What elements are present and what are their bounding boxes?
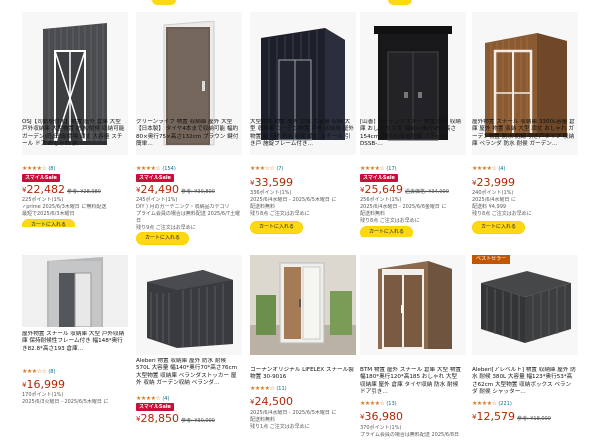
product-image[interactable]	[136, 255, 242, 355]
price: ¥23,999	[472, 176, 515, 189]
add-to-cart-button[interactable]: カートに入れる	[250, 221, 304, 234]
points: 225ポイント(1%)	[22, 197, 64, 203]
add-to-cart-button[interactable]: カートに入れる	[136, 232, 190, 245]
price: ¥22,482 参考: ¥28,980	[22, 183, 101, 196]
delivery-info: ✓prime 2025/6/3木曜日 に無料配送 最短で2025/6/3木曜日	[22, 204, 107, 217]
product-card[interactable]: OSJ【司動梱付木】物置 屋外 倉庫 大型 戸外収納庫 大型物置 防水/耐侯 収…	[22, 12, 128, 227]
delivery-info: 2025/6/3火曜日 - 2025/6/5木曜日 に	[22, 399, 109, 405]
points: 245ポイント(1%)	[136, 197, 178, 203]
product-card[interactable]: BTM 物置 屋外 スチール 倉庫 大型 物置 幅180*奥行120*高185 …	[360, 255, 466, 445]
delivery-info: 2025/6/4水曜日 - 2025/6/6金曜日 に 配送料無料 残り8点 ご…	[360, 204, 447, 224]
product-title[interactable]: 大型物置 物置 屋外 倉庫 大容量 収納 大型 収納庫 ガーデン物置 戸外 収納…	[250, 119, 354, 163]
rating-stars[interactable]: ★★★★☆ (221)	[472, 400, 512, 408]
product-title[interactable]: コーナンオリジナル LIFELEX スチール製物置 30-9016	[250, 367, 354, 383]
rating-stars[interactable]: ★★★★☆ (17)	[360, 165, 397, 173]
product-image[interactable]	[250, 255, 356, 355]
product-image[interactable]	[472, 255, 578, 355]
price: ¥16,999	[22, 378, 65, 391]
product-card[interactable]: [山善] ガーデンマスター 物置 屋外 収納庫 おしゃれ 大型 幅90×奥行45…	[360, 12, 466, 237]
price: ¥36,980	[360, 410, 403, 423]
product-grid: OSJ【司動梱付木】物置 屋外 倉庫 大型 戸外収納庫 大型物置 防水/耐侯 収…	[0, 0, 600, 445]
price: ¥24,500	[250, 395, 293, 408]
delivery-info: 2025/6/4水曜日 - 2025/6/5木曜日 に 配送料無料 残り1点 ご…	[250, 410, 337, 430]
points: 240ポイント(1%)	[472, 190, 514, 196]
product-image[interactable]	[22, 255, 128, 327]
price: ¥12,579 参考: ¥18,000	[472, 410, 551, 423]
add-to-cart-button[interactable]: カートに入れる	[472, 221, 526, 234]
product-title[interactable]: OSJ【司動梱付木】物置 屋外 倉庫 大型 戸外収納庫 大型物置 防水/耐侯 収…	[22, 119, 126, 163]
delivery-info: 2025/6/4水曜日 - 2025/6/5木曜日 に 配送料無料 残り8点 ご…	[250, 197, 337, 217]
add-to-cart-button[interactable]: カートに入れる	[360, 226, 414, 237]
product-title[interactable]: 屋外物置 スチール 収納庫 大型 戸外収納庫 保持耐候性フレーム付き 幅148*…	[22, 331, 126, 368]
points: 336ポイント(1%)	[250, 190, 292, 196]
product-title[interactable]: Aleberi[アレベルト] 物置 収納庫 屋外 防水 耐候 380L 大容量 …	[472, 367, 576, 397]
rating-stars[interactable]: ★★★★☆ (8)	[22, 165, 55, 173]
product-title[interactable]: [山善] ガーデンマスター 物置 屋外 収納庫 おしゃれ 大型 幅90×奥行45…	[360, 119, 464, 163]
product-title[interactable]: Aleberi 物置 収納庫 屋外 防水 耐候 570L 大容量 幅140*奥行…	[136, 358, 240, 395]
product-card[interactable]: グリーンライフ 物置 収納庫 屋外 大型 【日本製】 タイヤ4本まで収納可能 幅…	[136, 12, 242, 247]
sale-badge: スマイルSale	[360, 174, 398, 182]
price: ¥33,599	[250, 176, 293, 189]
rating-stars[interactable]: ★★★★☆ (154)	[136, 165, 176, 173]
rating-stars[interactable]: ★★★★☆ (11)	[250, 385, 287, 393]
cart-button-remnant[interactable]	[152, 0, 176, 5]
bestseller-badge: ベストセラー	[472, 255, 511, 264]
product-title[interactable]: 屋外物置 スチール 収納庫 3300L容量 倉庫 屋外 物置 収納 大型 頑丈 …	[472, 119, 576, 163]
cart-button-remnant[interactable]	[388, 0, 412, 5]
product-image[interactable]	[360, 255, 466, 355]
rating-stars[interactable]: ★★★★☆ (4)	[136, 395, 169, 403]
rating-stars[interactable]: ★★★★☆ (13)	[360, 400, 397, 408]
price: ¥25,649 過去価格: ¥34,000	[360, 183, 449, 196]
price: ¥28,850 参考: ¥30,000	[136, 412, 215, 425]
sale-badge: スマイルSale	[136, 174, 174, 182]
rating-stars[interactable]: ★★★☆☆ (7)	[250, 165, 283, 173]
delivery-info: 2025/6/4水曜日 に 配送料 ¥4,999 残り8点 ご注文はお早めに	[472, 197, 532, 217]
delivery-info: DIY ) 月のガーデニング・収納品カテゴリ プライム会員の場合は無料配送 20…	[136, 204, 240, 231]
sale-badge: スマイルSale	[136, 403, 174, 411]
rating-stars[interactable]: ★★★★☆ (4)	[472, 165, 505, 173]
product-card[interactable]: コーナンオリジナル LIFELEX スチール製物置 30-9016 ★★★★☆ …	[250, 255, 356, 445]
add-to-cart-button[interactable]: カートに入れる	[22, 219, 76, 227]
product-title[interactable]: BTM 物置 屋外 スチール 倉庫 大型 物置 幅180*奥行120*高185 …	[360, 367, 464, 397]
rating-stars[interactable]: ★★★☆☆ (8)	[22, 368, 55, 376]
delivery-info: プライム会員の場合は無料配送 2025/6/8日	[360, 432, 459, 438]
product-card[interactable]: 屋外物置 スチール 収納庫 3300L容量 倉庫 屋外 物置 収納 大型 頑丈 …	[472, 12, 578, 237]
product-card[interactable]: 大型物置 物置 屋外 倉庫 大容量 収納 大型 収納庫 ガーデン物置 戸外 収納…	[250, 12, 356, 237]
product-card[interactable]: ベストセラー Aleberi[アレベルト] 物置 収納庫 屋外 防水 耐候 38…	[472, 255, 578, 445]
points: 170ポイント(1%)	[22, 392, 64, 398]
product-title[interactable]: グリーンライフ 物置 収納庫 屋外 大型 【日本製】 タイヤ4本まで収納可能 幅…	[136, 119, 240, 163]
points: 370ポイント(1%)	[360, 425, 402, 431]
product-card[interactable]: 屋外物置 スチール 収納庫 大型 戸外収納庫 保持耐候性フレーム付き 幅148*…	[22, 255, 128, 445]
points: 256ポイント(1%)	[360, 197, 402, 203]
sale-badge: スマイルSale	[22, 174, 60, 182]
product-card[interactable]: Aleberi 物置 収納庫 屋外 防水 耐候 570L 大容量 幅140*奥行…	[136, 255, 242, 445]
price: ¥24,490 参考: ¥30,800	[136, 183, 215, 196]
